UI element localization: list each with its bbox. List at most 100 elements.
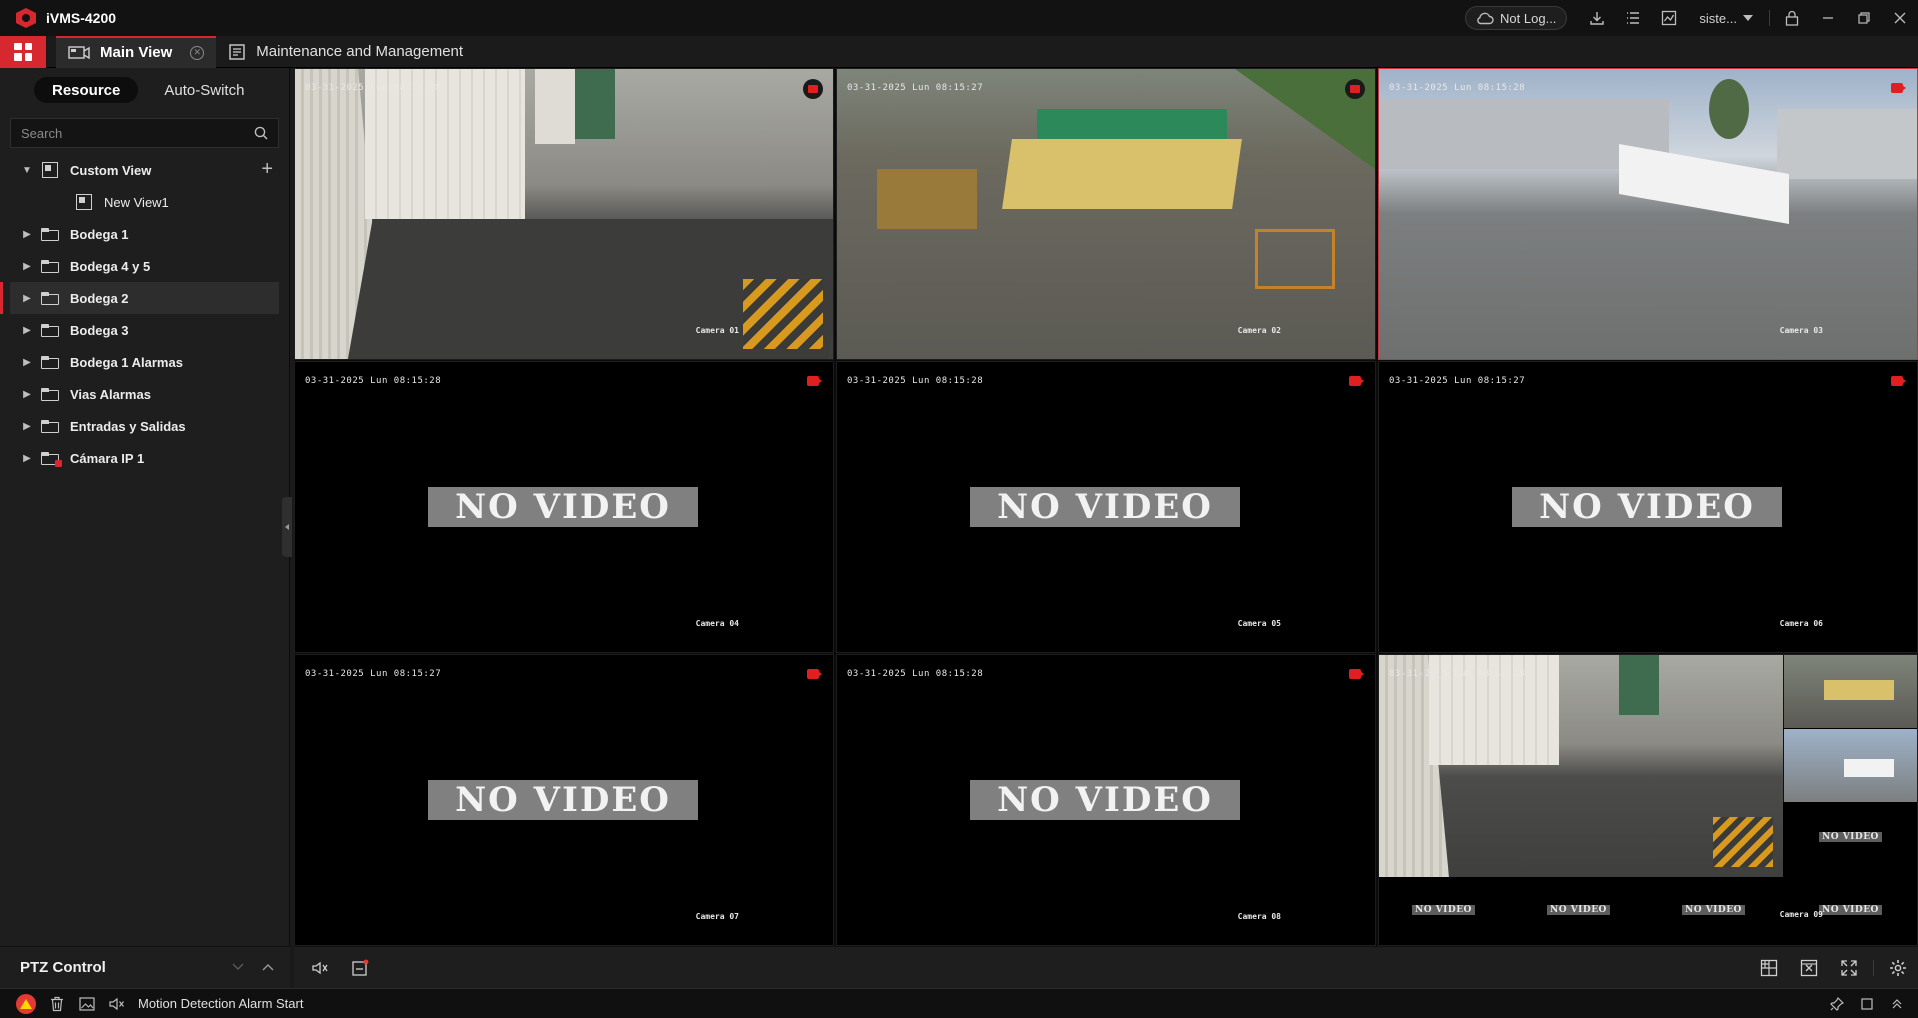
task-list-icon[interactable] bbox=[1615, 0, 1651, 36]
expand-right-icon[interactable]: ▶ bbox=[14, 325, 40, 336]
login-status-button[interactable]: Not Log... bbox=[1465, 6, 1568, 30]
tree-item-camara-ip-1[interactable]: ▶ Cámara IP 1 bbox=[0, 442, 289, 474]
folder-icon bbox=[40, 290, 60, 306]
search-icon[interactable] bbox=[254, 126, 268, 140]
recording-icon bbox=[1349, 376, 1364, 386]
sound-off-icon[interactable] bbox=[102, 989, 132, 1018]
expand-right-icon[interactable]: ▶ bbox=[14, 357, 40, 368]
mini-no-video-label: NO VIDEO bbox=[1682, 905, 1745, 915]
user-menu[interactable]: siste... bbox=[1687, 11, 1765, 26]
no-video-banner: NO VIDEO bbox=[1512, 487, 1782, 527]
restore-icon[interactable] bbox=[1846, 0, 1882, 36]
video-cell-camera-04[interactable]: 03-31-2025 Lun 08:15:28 NO VIDEO Camera … bbox=[294, 361, 834, 653]
tree-item-bodega-1[interactable]: ▶ Bodega 1 bbox=[0, 218, 289, 250]
divider bbox=[1769, 10, 1770, 26]
chevron-up-icon[interactable] bbox=[262, 962, 274, 974]
panel-collapse-handle[interactable] bbox=[282, 497, 292, 557]
chevron-down-icon[interactable] bbox=[232, 962, 244, 974]
add-icon[interactable]: + bbox=[261, 159, 273, 179]
mute-icon[interactable] bbox=[300, 947, 340, 989]
expand-right-icon[interactable]: ▶ bbox=[14, 421, 40, 432]
camera-09-sub-feed-1 bbox=[1783, 655, 1917, 728]
view-icon bbox=[74, 194, 94, 210]
pin-icon[interactable] bbox=[1822, 989, 1852, 1018]
app-logo-icon bbox=[16, 8, 36, 28]
video-cell-camera-07[interactable]: 03-31-2025 Lun 08:15:27 NO VIDEO Camera … bbox=[294, 654, 834, 946]
tree-item-custom-view[interactable]: ▼ Custom View + bbox=[0, 154, 289, 186]
tab-close-icon[interactable]: ✕ bbox=[190, 45, 205, 60]
video-cell-camera-05[interactable]: 03-31-2025 Lun 08:15:28 NO VIDEO Camera … bbox=[836, 361, 1376, 653]
mini-no-video-label: NO VIDEO bbox=[1547, 905, 1610, 915]
tab-resource[interactable]: Resource bbox=[34, 77, 139, 103]
expand-down-icon[interactable]: ▼ bbox=[14, 165, 40, 176]
login-status-label: Not Log... bbox=[1500, 10, 1557, 26]
stop-all-icon[interactable] bbox=[1789, 947, 1829, 989]
close-icon[interactable] bbox=[1882, 0, 1918, 36]
download-icon[interactable] bbox=[1579, 0, 1615, 36]
cloud-icon bbox=[1477, 12, 1494, 25]
expand-right-icon[interactable]: ▶ bbox=[14, 229, 40, 240]
settings-gear-icon[interactable] bbox=[1878, 947, 1918, 989]
recording-icon bbox=[807, 376, 822, 386]
trash-icon[interactable] bbox=[42, 989, 72, 1018]
tree-item-bodega-1-alarmas[interactable]: ▶ Bodega 1 Alarmas bbox=[0, 346, 289, 378]
tree-item-label: Bodega 4 y 5 bbox=[70, 258, 151, 274]
fullscreen-icon[interactable] bbox=[1829, 947, 1869, 989]
osd-camera-name: Camera 08 bbox=[1237, 912, 1281, 921]
record-all-icon[interactable] bbox=[340, 947, 380, 989]
minimize-icon[interactable] bbox=[1810, 0, 1846, 36]
recording-icon bbox=[1349, 669, 1364, 679]
video-cell-camera-09[interactable]: 03-31-20_5 Lun 08:15:28 NO VIDEO NO VIDE… bbox=[1378, 654, 1918, 946]
osd-camera-name: Camera 03 bbox=[1779, 326, 1823, 335]
module-menu-button[interactable] bbox=[0, 35, 46, 68]
osd-timestamp: 03-31-20_5 Lun 08:15:28 bbox=[1389, 669, 1526, 679]
chart-icon[interactable] bbox=[1651, 0, 1687, 36]
double-chevron-up-icon[interactable] bbox=[1882, 989, 1912, 1018]
osd-timestamp: 03-31-2025 Lun 08:15:27 bbox=[1389, 376, 1526, 386]
alarm-warning-icon[interactable] bbox=[16, 993, 36, 1014]
expand-right-icon[interactable]: ▶ bbox=[14, 453, 40, 464]
maintenance-icon bbox=[229, 43, 245, 60]
expand-right-icon[interactable]: ▶ bbox=[14, 389, 40, 400]
tree-item-label: Custom View bbox=[70, 162, 152, 178]
tree-item-entradas-y-salidas[interactable]: ▶ Entradas y Salidas bbox=[0, 410, 289, 442]
osd-timestamp: 03-31-2025 Lun 08:15:28 bbox=[847, 376, 984, 386]
osd-timestamp: 03-31-2025 Lun 08:15:28 bbox=[305, 376, 442, 386]
tab-maintenance[interactable]: Maintenance and Management bbox=[216, 36, 475, 68]
user-name: siste... bbox=[1699, 10, 1737, 26]
video-toolbar bbox=[294, 946, 1918, 988]
search-box bbox=[10, 118, 279, 148]
camera-09-sub-feed-2 bbox=[1783, 729, 1917, 802]
video-cell-camera-01[interactable]: 03-31-2025 Lun 08:15:28 Camera 01 bbox=[294, 68, 834, 360]
lock-icon[interactable] bbox=[1774, 0, 1810, 36]
expand-right-icon[interactable]: ▶ bbox=[14, 293, 40, 304]
tree-item-bodega-2[interactable]: ▶ Bodega 2 bbox=[0, 282, 279, 314]
mini-no-video-label: NO VIDEO bbox=[1412, 905, 1475, 915]
no-video-banner: NO VIDEO bbox=[970, 487, 1240, 527]
folder-icon bbox=[40, 354, 60, 370]
no-video-banner: NO VIDEO bbox=[428, 780, 698, 820]
module-tab-bar: Main View ✕ Maintenance and Management bbox=[0, 35, 1918, 68]
window-layout-icon[interactable] bbox=[1749, 947, 1789, 989]
tree-item-new-view[interactable]: New View1 bbox=[0, 186, 289, 218]
video-cell-camera-02[interactable]: 03-31-2025 Lun 08:15:27 Camera 02 bbox=[836, 68, 1376, 360]
tree-item-bodega-4-y-5[interactable]: ▶ Bodega 4 y 5 bbox=[0, 250, 289, 282]
tree-item-label: Bodega 3 bbox=[70, 322, 129, 338]
video-cell-camera-06[interactable]: 03-31-2025 Lun 08:15:27 NO VIDEO Camera … bbox=[1378, 361, 1918, 653]
tab-auto-switch[interactable]: Auto-Switch bbox=[146, 77, 262, 103]
expand-right-icon[interactable]: ▶ bbox=[14, 261, 40, 272]
ptz-control-bar[interactable]: PTZ Control bbox=[0, 946, 290, 988]
search-input[interactable] bbox=[21, 125, 241, 141]
osd-camera-name: Camera 01 bbox=[695, 326, 739, 335]
tree-item-label: Cámara IP 1 bbox=[70, 450, 145, 466]
tree-item-bodega-3[interactable]: ▶ Bodega 3 bbox=[0, 314, 289, 346]
video-cell-camera-08[interactable]: 03-31-2025 Lun 08:15:28 NO VIDEO Camera … bbox=[836, 654, 1376, 946]
tree-item-vias-alarmas[interactable]: ▶ Vias Alarmas bbox=[0, 378, 289, 410]
maximize-panel-icon[interactable] bbox=[1852, 989, 1882, 1018]
image-icon[interactable] bbox=[72, 989, 102, 1018]
tree-item-label: Bodega 1 Alarmas bbox=[70, 354, 183, 370]
recording-icon bbox=[1345, 79, 1365, 99]
camera-folder-icon bbox=[40, 450, 62, 467]
video-cell-camera-03[interactable]: 03-31-2025 Lun 08:15:28 Camera 03 bbox=[1378, 68, 1918, 360]
tab-main-view[interactable]: Main View ✕ bbox=[56, 35, 217, 68]
